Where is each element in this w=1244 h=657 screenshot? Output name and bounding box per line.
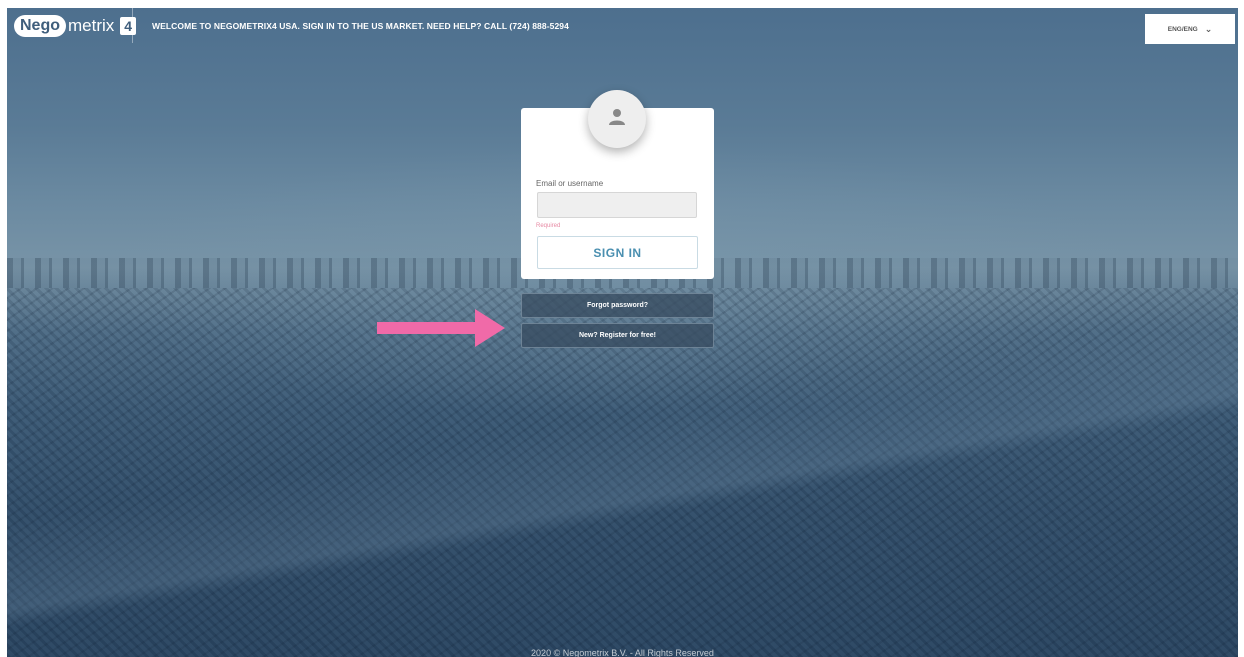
logo-nego-text: Nego <box>14 15 66 37</box>
sign-in-button[interactable]: SIGN IN <box>537 236 698 269</box>
header-divider <box>132 8 133 43</box>
top-bar: Nego metrix 4 WELCOME TO NEGOMETRIX4 USA… <box>7 8 1238 46</box>
welcome-message: WELCOME TO NEGOMETRIX4 USA. SIGN IN TO T… <box>152 21 569 31</box>
chevron-down-icon: ⌄ <box>1204 23 1213 34</box>
user-avatar <box>588 90 646 148</box>
required-hint: Required <box>536 223 561 229</box>
language-selector[interactable]: ENG/ENG ⌄ <box>1145 14 1235 44</box>
email-input[interactable] <box>537 192 697 218</box>
negometrix-logo[interactable]: Nego metrix 4 <box>14 14 137 38</box>
footer-copyright: 2020 © Negometrix B.V. - All Rights Rese… <box>531 648 714 657</box>
logo-version-number: 4 <box>120 17 137 35</box>
user-icon <box>609 109 625 125</box>
language-label: ENG/ENG <box>1167 25 1198 33</box>
email-label: Email or username <box>536 179 604 188</box>
arrow-right-icon <box>377 309 505 347</box>
register-button[interactable]: New? Register for free! <box>521 323 714 348</box>
logo-metrix-text: metrix <box>68 16 115 35</box>
forgot-password-button[interactable]: Forgot password? <box>521 293 714 318</box>
login-card: Email or username Required SIGN IN <box>521 90 714 279</box>
